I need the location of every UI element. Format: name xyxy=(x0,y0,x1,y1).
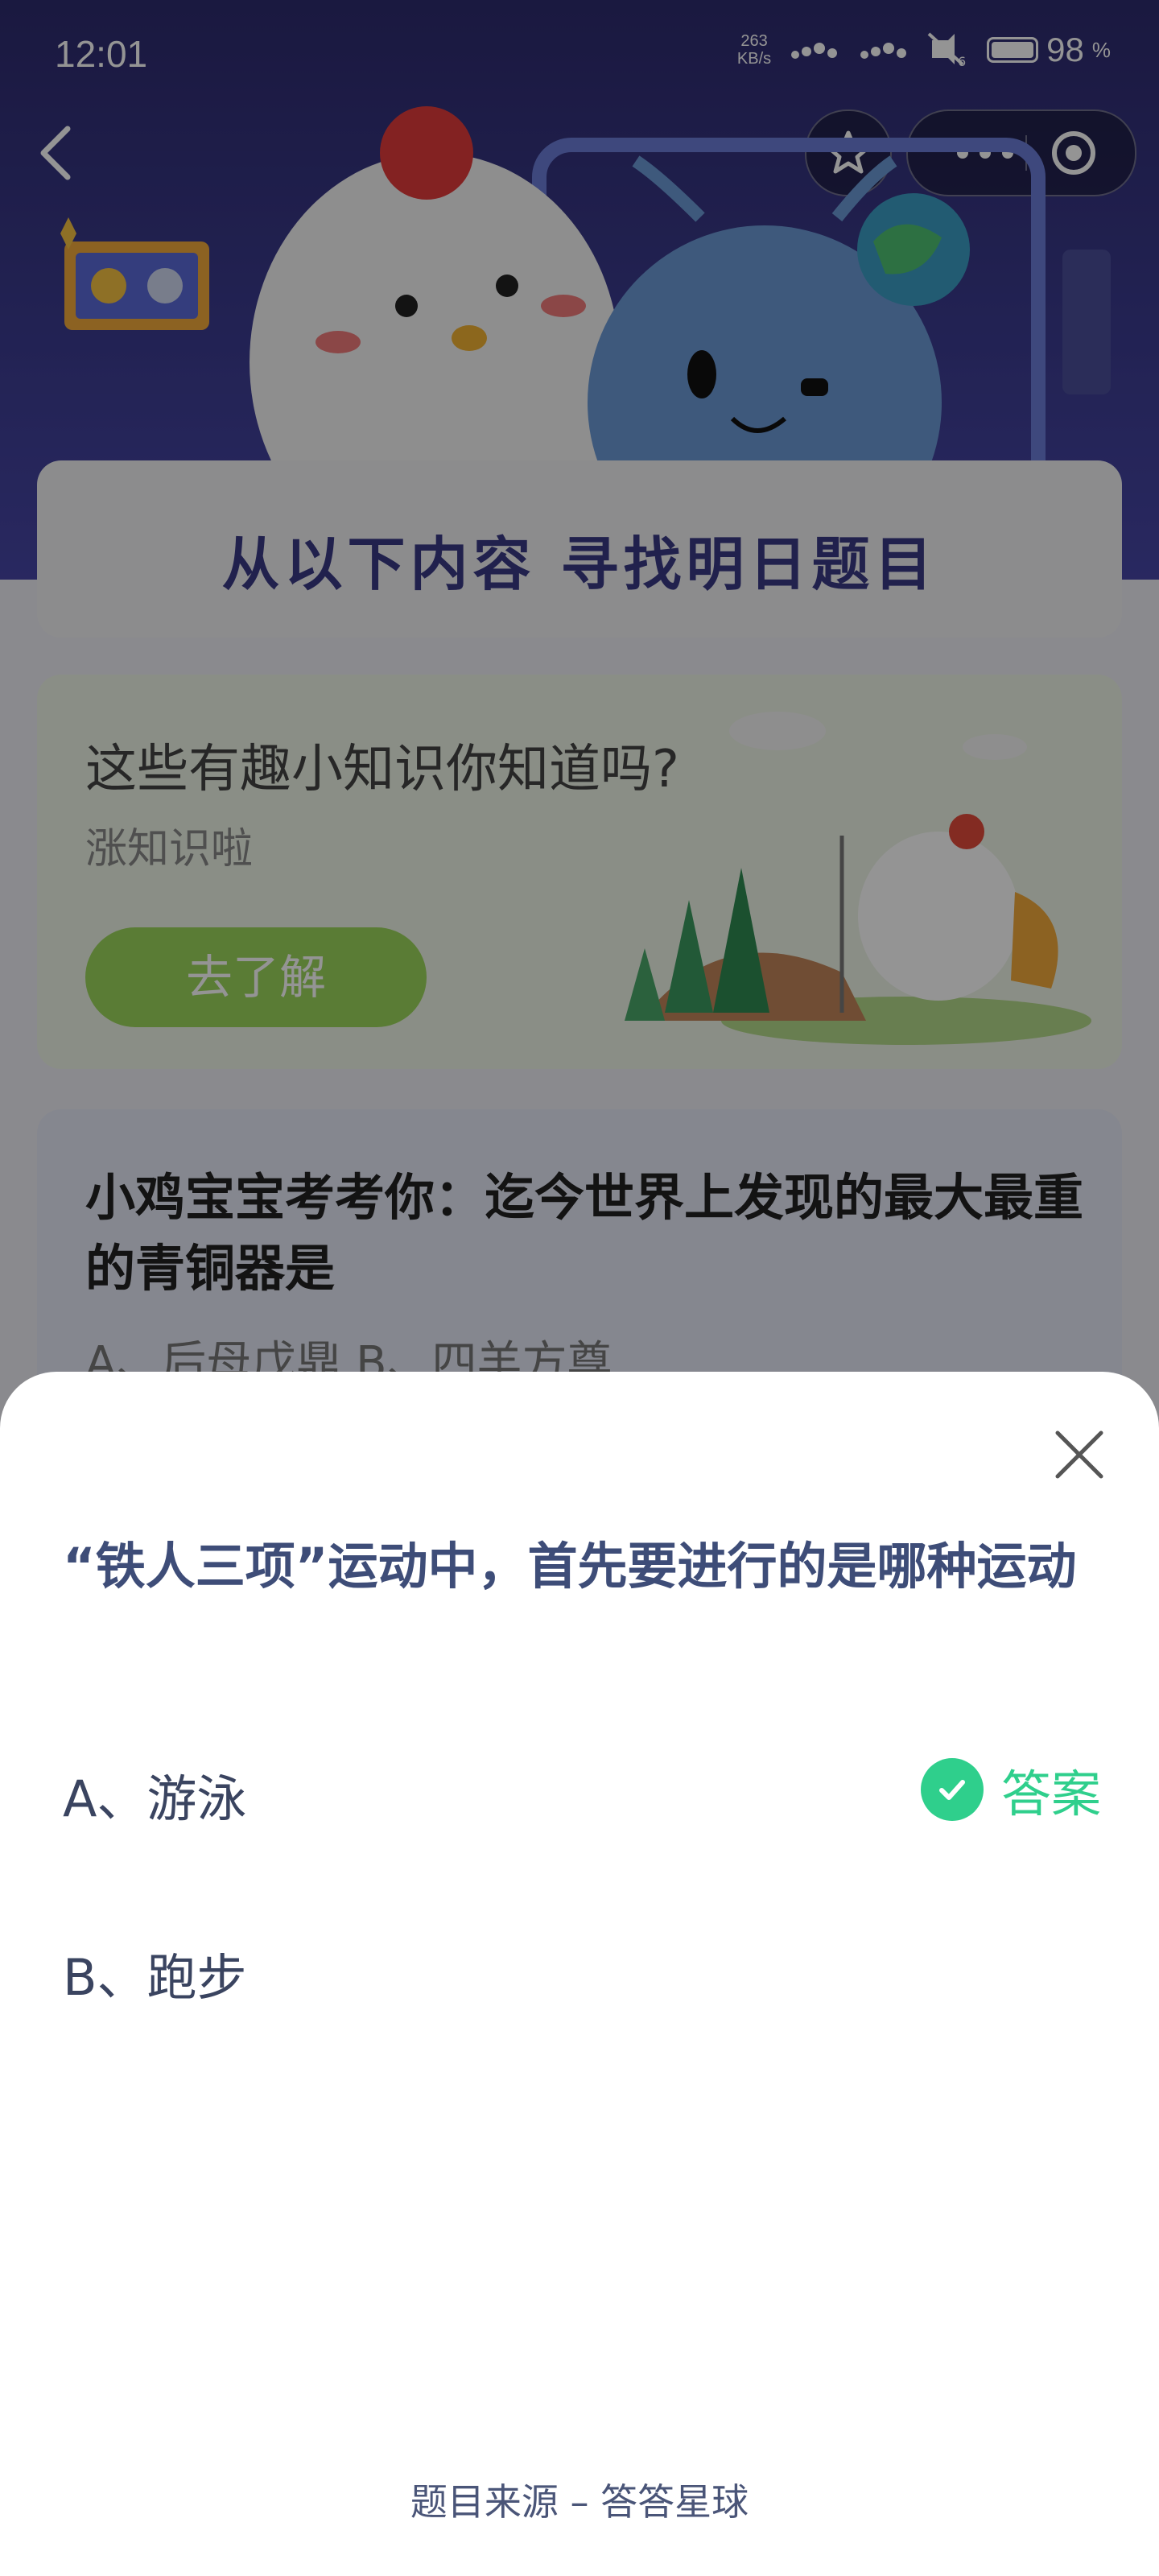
answer-label: 答案 xyxy=(1000,1765,1101,1823)
answer-tag: 答案 xyxy=(920,1753,1101,1826)
close-icon[interactable] xyxy=(1051,1426,1107,1483)
option-a-label: A、游泳 xyxy=(63,1769,247,1828)
option-a[interactable]: A、游泳 答案 xyxy=(63,1744,1101,1828)
option-b[interactable]: B、跑步 xyxy=(63,1922,1101,2007)
question-source: 题目来源 – 答答星球 xyxy=(410,2480,749,2524)
check-icon xyxy=(920,1758,984,1821)
option-b-label: B、跑步 xyxy=(63,1948,247,2007)
screen: 12:01 263 KB/s 6 98% 从以下内容 寻找明日题目 这些有趣小知… xyxy=(0,0,1159,2576)
question-text: “铁人三项”运动中，首先要进行的是哪种运动 xyxy=(63,1537,1077,1596)
